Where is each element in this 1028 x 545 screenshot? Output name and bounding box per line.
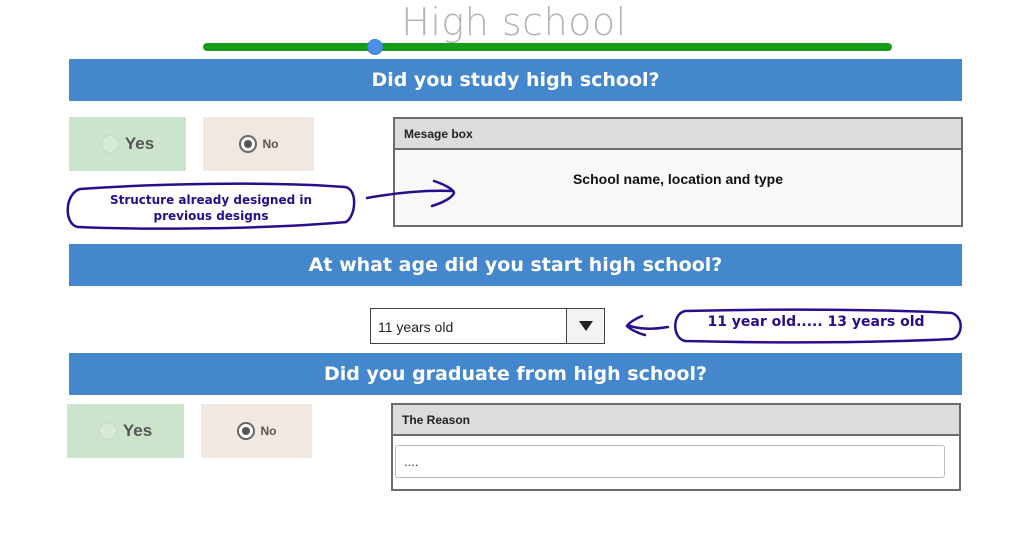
message-box-title: Mesage box [395, 119, 961, 150]
radio-selected-icon[interactable] [236, 422, 255, 440]
radio-selected-icon[interactable] [238, 135, 257, 153]
page-title: High school [401, 0, 627, 44]
study-yes-label: Yes [124, 134, 155, 153]
section-header-graduate: Did you graduate from high school? [69, 353, 962, 395]
message-box-content: School name, location and type [572, 171, 784, 187]
reason-input[interactable]: .... [395, 445, 945, 478]
annotation-arrow-left [625, 314, 670, 337]
start-age-select-value: 11 years old [378, 319, 454, 335]
graduate-yes-label: Yes [122, 421, 153, 440]
reason-panel: The Reason .... [391, 403, 961, 491]
annotation-structure-note: Structure already designed in previous d… [109, 193, 313, 223]
radio-unselected-icon[interactable] [98, 422, 117, 440]
start-age-select[interactable]: 11 years old [370, 308, 605, 344]
annotation-age-range: 11 year old..... 13 years old [707, 314, 925, 330]
radio-unselected-icon[interactable] [100, 135, 119, 153]
chevron-down-icon[interactable] [566, 309, 604, 343]
section-header-start-age: At what age did you start high school? [69, 244, 962, 286]
message-box-panel: Mesage box School name, location and typ… [393, 117, 963, 227]
progress-bar[interactable] [203, 43, 892, 51]
section-header-study: Did you study high school? [69, 59, 962, 101]
study-yes-option[interactable]: Yes [69, 117, 186, 171]
graduate-no-option[interactable]: No [201, 404, 312, 458]
reason-title: The Reason [393, 405, 959, 436]
graduate-yes-option[interactable]: Yes [67, 404, 184, 458]
study-no-option[interactable]: No [203, 117, 314, 171]
study-no-label: No [262, 137, 279, 151]
graduate-no-label: No [260, 424, 277, 438]
progress-thumb[interactable] [367, 39, 383, 55]
